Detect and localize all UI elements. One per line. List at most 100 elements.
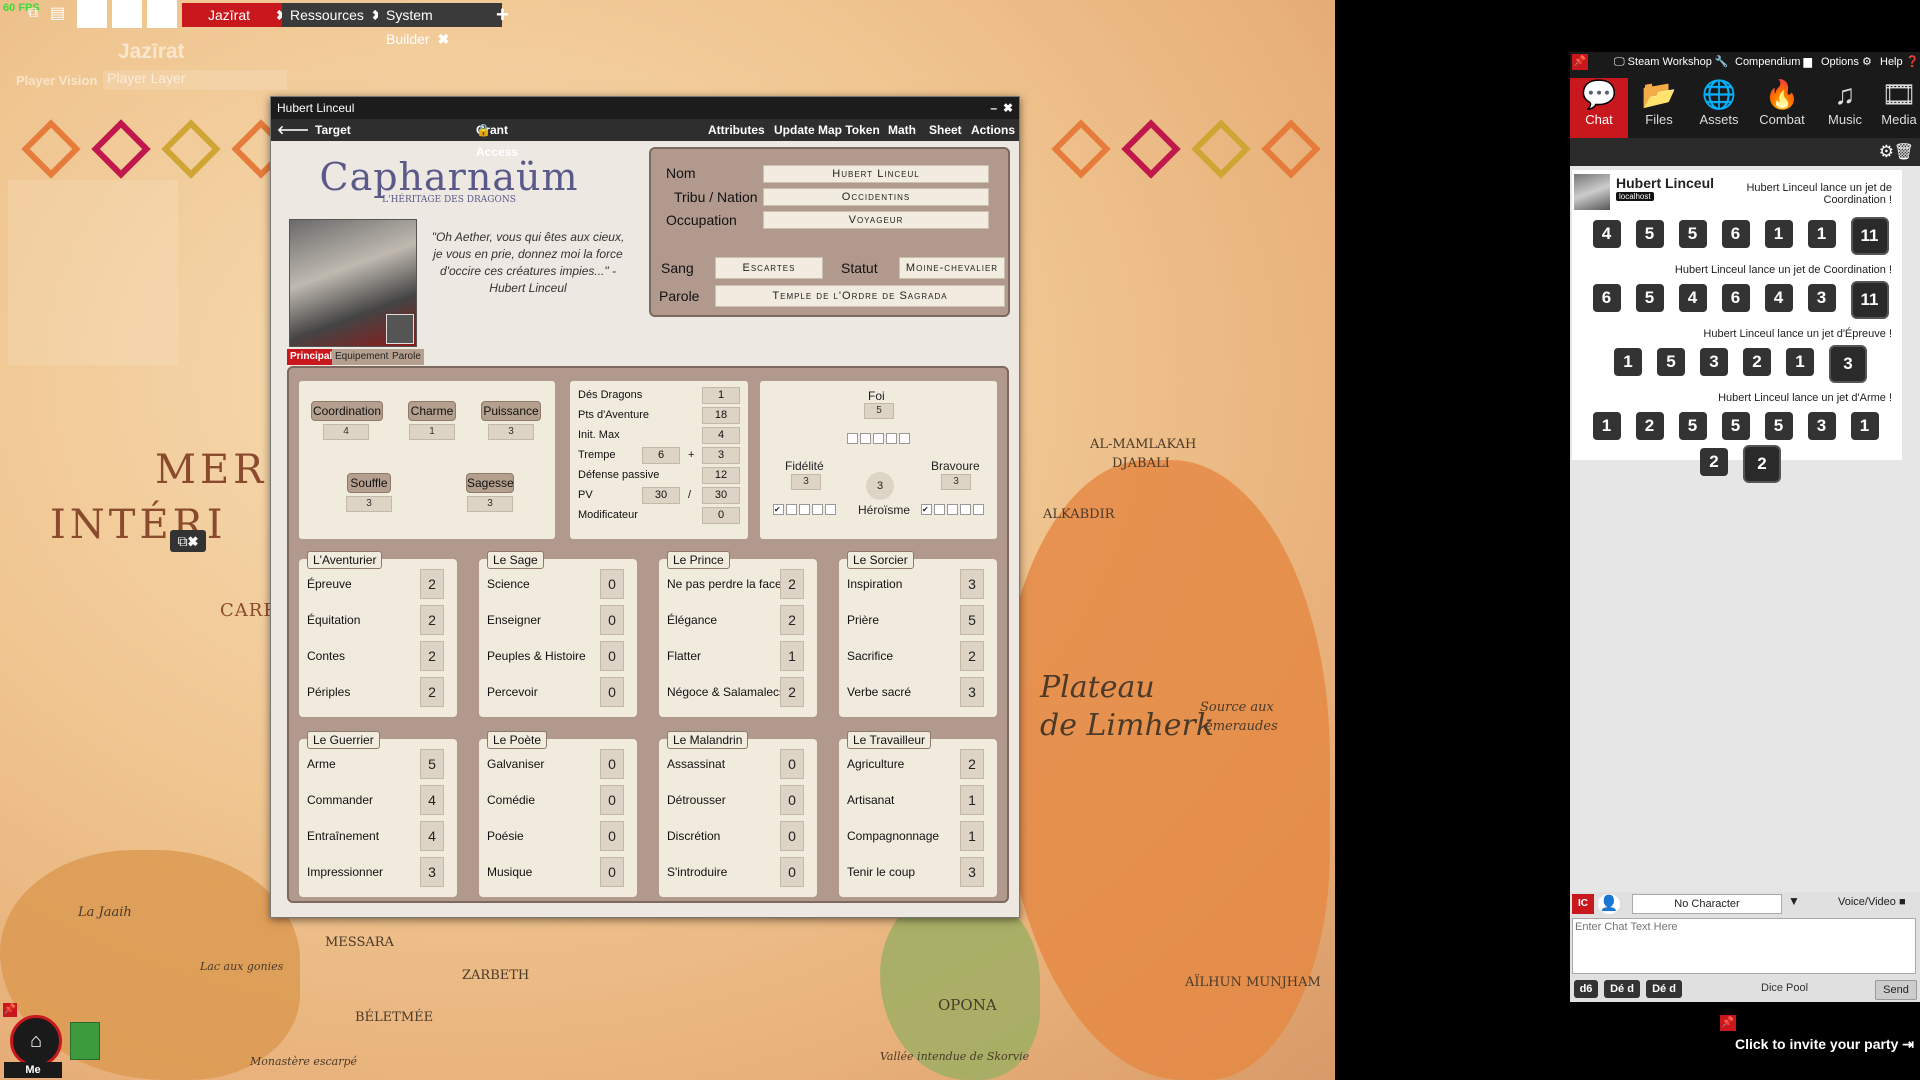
- subtab-principal[interactable]: Principal: [287, 349, 336, 365]
- skill-name[interactable]: Inspiration: [847, 577, 902, 591]
- skill-name[interactable]: Musique: [487, 865, 532, 879]
- trempe-value-a[interactable]: 6: [642, 447, 680, 464]
- chevron-down-icon[interactable]: ▼: [1788, 894, 1800, 908]
- skill-value[interactable]: 2: [420, 677, 444, 707]
- blank-tab-1[interactable]: [77, 0, 107, 28]
- add-tab-button[interactable]: +: [496, 2, 509, 28]
- pin-icon-small[interactable]: 📌: [3, 1003, 17, 1017]
- skill-name[interactable]: Élégance: [667, 613, 717, 627]
- skill-value[interactable]: 2: [960, 749, 984, 779]
- invite-pin-icon[interactable]: 📌: [1720, 1015, 1736, 1031]
- skill-name[interactable]: Verbe sacré: [847, 685, 911, 699]
- sang-field[interactable]: Escartes: [715, 257, 823, 279]
- update-token-button[interactable]: Update Map Token: [774, 119, 880, 141]
- skill-name[interactable]: Détrousser: [667, 793, 726, 807]
- skill-name[interactable]: Assassinat: [667, 757, 725, 771]
- attributes-button[interactable]: Attributes: [708, 119, 765, 141]
- skill-name[interactable]: Impressionner: [307, 865, 383, 879]
- skill-group-title[interactable]: L'Aventurier: [307, 551, 383, 569]
- skill-group-title[interactable]: Le Sorcier: [847, 551, 914, 569]
- skill-value[interactable]: 3: [420, 857, 444, 887]
- minimize-icon[interactable]: –: [990, 97, 997, 119]
- skill-name[interactable]: Équitation: [307, 613, 360, 627]
- sheet-button[interactable]: Sheet: [929, 119, 962, 141]
- skill-value[interactable]: 2: [960, 641, 984, 671]
- skill-name[interactable]: Commander: [307, 793, 373, 807]
- skill-value[interactable]: 0: [780, 785, 804, 815]
- de-d-button-2[interactable]: Dé d: [1646, 980, 1682, 998]
- fidelite-checkboxes[interactable]: ✔: [773, 504, 843, 516]
- skill-value[interactable]: 2: [780, 569, 804, 599]
- options-link[interactable]: Options ⚙: [1821, 55, 1872, 68]
- d6-button[interactable]: d6: [1574, 980, 1598, 998]
- skill-name[interactable]: Épreuve: [307, 577, 352, 591]
- target-button[interactable]: Target: [315, 119, 351, 141]
- skill-name[interactable]: Enseigner: [487, 613, 541, 627]
- chat-text-input[interactable]: [1572, 918, 1916, 974]
- heroisme-value[interactable]: 3: [866, 472, 894, 500]
- close-icon[interactable]: ✖: [438, 31, 450, 47]
- nom-field[interactable]: Hubert Linceul: [763, 165, 989, 183]
- skill-value[interactable]: 3: [960, 857, 984, 887]
- skill-value[interactable]: 0: [600, 857, 624, 887]
- blank-tab-2[interactable]: [112, 0, 142, 28]
- trash-icon[interactable]: 🗑: [1894, 142, 1914, 162]
- link-icon[interactable]: ⧉: [28, 4, 38, 21]
- skill-name[interactable]: Artisanat: [847, 793, 894, 807]
- des-dragons-value[interactable]: 1: [702, 387, 740, 404]
- skill-group-title[interactable]: Le Sage: [487, 551, 544, 569]
- skill-name[interactable]: Prière: [847, 613, 879, 627]
- skill-name[interactable]: Percevoir: [487, 685, 538, 699]
- skill-name[interactable]: Tenir le coup: [847, 865, 915, 879]
- nav-media[interactable]: 🎞 Media: [1870, 78, 1920, 138]
- nav-assets[interactable]: 🌐 Assets: [1690, 78, 1748, 138]
- skill-value[interactable]: 4: [420, 785, 444, 815]
- menu-icon[interactable]: ▤: [50, 3, 65, 23]
- skill-name[interactable]: Négoce & Salamalecs: [667, 685, 785, 699]
- skill-name[interactable]: Science: [487, 577, 530, 591]
- math-button[interactable]: Math: [888, 119, 916, 141]
- foi-value[interactable]: 5: [864, 403, 894, 419]
- skill-name[interactable]: Compagnonnage: [847, 829, 939, 843]
- player-avatar[interactable]: ⌂: [10, 1015, 62, 1067]
- close-icon[interactable]: ✖: [1003, 97, 1013, 119]
- skill-name[interactable]: S'introduire: [667, 865, 727, 879]
- pts-aventure-value[interactable]: 18: [702, 407, 740, 424]
- skill-value[interactable]: 2: [420, 605, 444, 635]
- character-portrait[interactable]: [289, 219, 417, 347]
- blank-tab-3[interactable]: [147, 0, 177, 28]
- skill-name[interactable]: Galvaniser: [487, 757, 544, 771]
- attr-charme-button[interactable]: Charme: [408, 401, 456, 421]
- tribu-field[interactable]: Occidentins: [763, 188, 989, 206]
- nav-combat[interactable]: 🔥 Combat: [1753, 78, 1811, 138]
- occupation-field[interactable]: Voyageur: [763, 211, 989, 229]
- player-layer-select[interactable]: Player Layer: [103, 70, 287, 90]
- skill-value[interactable]: 4: [420, 821, 444, 851]
- init-max-value[interactable]: 4: [702, 427, 740, 444]
- skill-name[interactable]: Discrétion: [667, 829, 720, 843]
- back-arrow-icon[interactable]: 🡐: [277, 119, 309, 141]
- skill-value[interactable]: 0: [600, 821, 624, 851]
- skill-value[interactable]: 5: [960, 605, 984, 635]
- sheet-titlebar[interactable]: Hubert Linceul – ✖: [271, 97, 1019, 119]
- skill-name[interactable]: Arme: [307, 757, 336, 771]
- skill-value[interactable]: 0: [600, 605, 624, 635]
- attr-sagesse-value[interactable]: 3: [467, 496, 513, 512]
- voice-video-toggle[interactable]: Voice/Video ■: [1838, 896, 1906, 908]
- skill-name[interactable]: Contes: [307, 649, 345, 663]
- skill-value[interactable]: 2: [780, 605, 804, 635]
- ic-badge[interactable]: IC: [1572, 894, 1594, 914]
- send-button[interactable]: Send: [1875, 980, 1917, 1000]
- dice-pool-label[interactable]: Dice Pool: [1761, 982, 1808, 994]
- skill-value[interactable]: 2: [420, 641, 444, 671]
- skill-name[interactable]: Flatter: [667, 649, 701, 663]
- actions-button[interactable]: Actions: [971, 119, 1015, 141]
- skill-value[interactable]: 1: [960, 785, 984, 815]
- skill-group-title[interactable]: Le Guerrier: [307, 731, 380, 749]
- character-sheet-window[interactable]: Hubert Linceul – ✖ 🡐 Target Grant Access…: [270, 96, 1020, 918]
- attr-souffle-value[interactable]: 3: [346, 496, 392, 512]
- attr-puissance-button[interactable]: Puissance: [481, 401, 541, 421]
- token-popout-button[interactable]: ⧉✖: [170, 530, 206, 552]
- player-color-swatch[interactable]: [70, 1022, 100, 1060]
- nav-files[interactable]: 📂 Files: [1630, 78, 1688, 138]
